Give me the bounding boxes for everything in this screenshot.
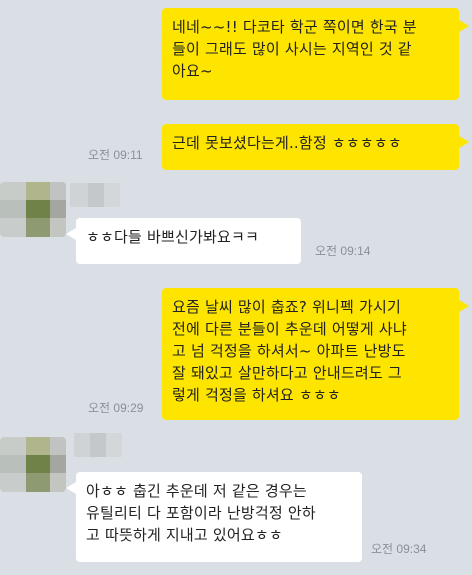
my-message-bubble[interactable]: 네네~~!! 다코타 학군 쪽이면 한국 분 들이 그래도 많이 사시는 지역인…: [162, 8, 459, 100]
message-timestamp: 오전 09:14: [315, 244, 371, 258]
bubble-tail: [459, 136, 469, 148]
profile-avatar[interactable]: [0, 182, 66, 237]
their-message-bubble[interactable]: ㅎㅎ다들 바쁘신가봐요ㅋㅋ: [76, 218, 301, 264]
their-message-bubble[interactable]: 아ㅎㅎ 춥긴 추운데 저 같은 경우는 유틸리티 다 포함이라 난방걱정 안하 …: [76, 472, 362, 562]
message-timestamp: 오전 09:11: [88, 148, 143, 162]
chat-room[interactable]: 네네~~!! 다코타 학군 쪽이면 한국 분 들이 그래도 많이 사시는 지역인…: [0, 0, 472, 575]
profile-avatar[interactable]: [0, 437, 66, 492]
my-message-bubble[interactable]: 근데 못보셨다는게..함정 ㅎㅎㅎㅎㅎ: [162, 124, 459, 170]
my-message-bubble[interactable]: 요즘 날씨 많이 춥죠? 위니펙 가시기 전에 다른 분들이 추운데 어떻게 사…: [162, 288, 459, 420]
message-timestamp: 오전 09:34: [371, 542, 427, 556]
sender-name-blurred: [74, 433, 122, 457]
bubble-tail: [66, 228, 76, 240]
sender-name-blurred: [70, 183, 120, 207]
bubble-tail: [459, 300, 469, 312]
bubble-tail: [66, 482, 76, 494]
message-timestamp: 오전 09:29: [88, 401, 144, 415]
bubble-tail: [459, 20, 469, 32]
